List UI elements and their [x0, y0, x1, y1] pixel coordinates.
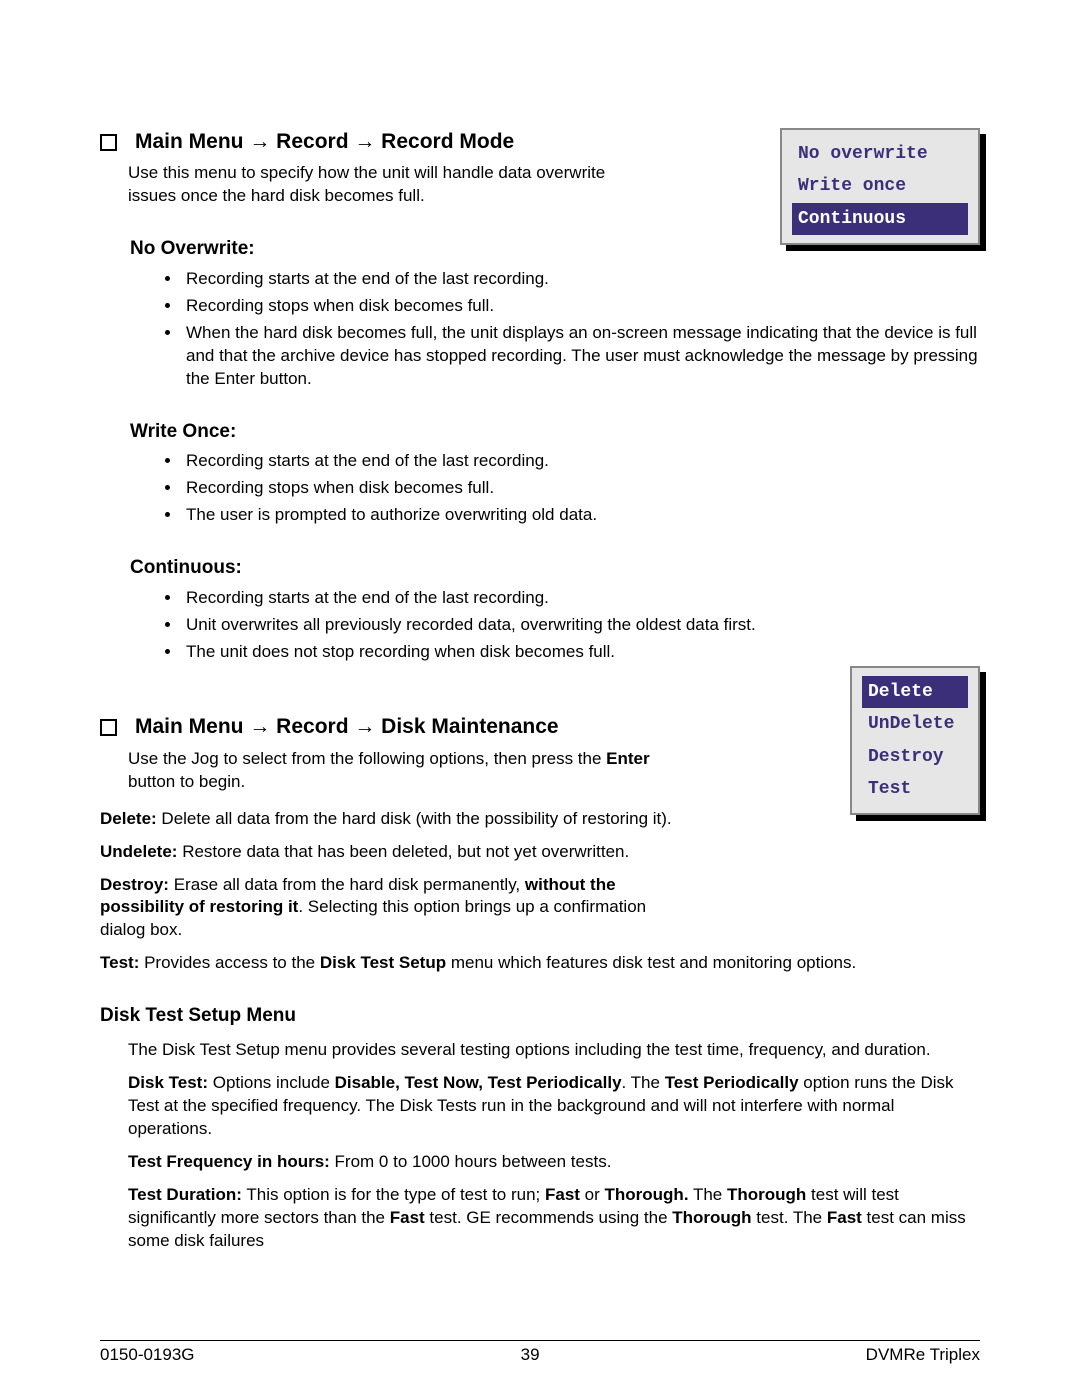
sub-heading-disk-test-setup: Disk Test Setup Menu: [100, 1003, 980, 1029]
continuous-list: Recording starts at the end of the last …: [156, 587, 980, 664]
list-item: Recording starts at the end of the last …: [182, 268, 980, 291]
list-item: The unit does not stop recording when di…: [182, 641, 980, 664]
definition-destroy: Destroy: Erase all data from the hard di…: [100, 874, 695, 943]
menu-item-test[interactable]: Test: [862, 773, 968, 805]
menu-item-no-overwrite[interactable]: No overwrite: [792, 138, 968, 170]
sub-heading-write-once: Write Once:: [130, 419, 980, 445]
definition-delete: Delete: Delete all data from the hard di…: [100, 808, 695, 831]
footer-rule: [100, 1340, 980, 1341]
dtsm-disk-test: Disk Test: Options include Disable, Test…: [128, 1072, 980, 1141]
list-item: Recording stops when disk becomes full.: [182, 477, 980, 500]
record-mode-menu: No overwrite Write once Continuous: [780, 128, 980, 245]
footer-docnum: 0150-0193G: [100, 1344, 195, 1367]
footer-page-number: 39: [521, 1344, 540, 1367]
menu-item-write-once[interactable]: Write once: [792, 170, 968, 202]
no-overwrite-list: Recording starts at the end of the last …: [156, 268, 980, 391]
disk-maintenance-menu: Delete UnDelete Destroy Test: [850, 666, 980, 815]
checkbox-icon: [100, 134, 117, 151]
dtsm-duration: Test Duration: This option is for the ty…: [128, 1184, 980, 1253]
menu-item-undelete[interactable]: UnDelete: [862, 708, 968, 740]
section-heading-disk-maintenance: Main Menu → Record → Disk Maintenance: [100, 713, 980, 741]
page-footer: 0150-0193G 39 DVMRe Triplex: [100, 1344, 980, 1367]
list-item: Unit overwrites all previously recorded …: [182, 614, 980, 637]
disk-maintenance-definitions: Delete: Delete all data from the hard di…: [100, 808, 980, 976]
list-item: Recording starts at the end of the last …: [182, 450, 980, 473]
list-item: Recording starts at the end of the last …: [182, 587, 980, 610]
dtsm-intro: The Disk Test Setup menu provides severa…: [128, 1039, 980, 1062]
menu-item-continuous[interactable]: Continuous: [792, 203, 968, 235]
write-once-list: Recording starts at the end of the last …: [156, 450, 980, 527]
menu-item-destroy[interactable]: Destroy: [862, 741, 968, 773]
heading-text: Main Menu → Record → Disk Maintenance: [135, 713, 559, 741]
record-mode-intro: Use this menu to specify how the unit wi…: [100, 162, 640, 208]
sub-heading-continuous: Continuous:: [130, 555, 980, 581]
checkbox-icon: [100, 719, 117, 736]
list-item: When the hard disk becomes full, the uni…: [182, 322, 980, 391]
disk-test-setup-block: The Disk Test Setup menu provides severa…: [100, 1039, 980, 1253]
disk-maintenance-intro: Use the Jog to select from the following…: [100, 748, 680, 794]
definition-test: Test: Provides access to the Disk Test S…: [100, 952, 980, 975]
footer-product: DVMRe Triplex: [866, 1344, 980, 1367]
list-item: The user is prompted to authorize overwr…: [182, 504, 980, 527]
definition-undelete: Undelete: Restore data that has been del…: [100, 841, 695, 864]
heading-text: Main Menu → Record → Record Mode: [135, 128, 514, 156]
dtsm-freq: Test Frequency in hours: From 0 to 1000 …: [128, 1151, 980, 1174]
list-item: Recording stops when disk becomes full.: [182, 295, 980, 318]
menu-item-delete[interactable]: Delete: [862, 676, 968, 708]
